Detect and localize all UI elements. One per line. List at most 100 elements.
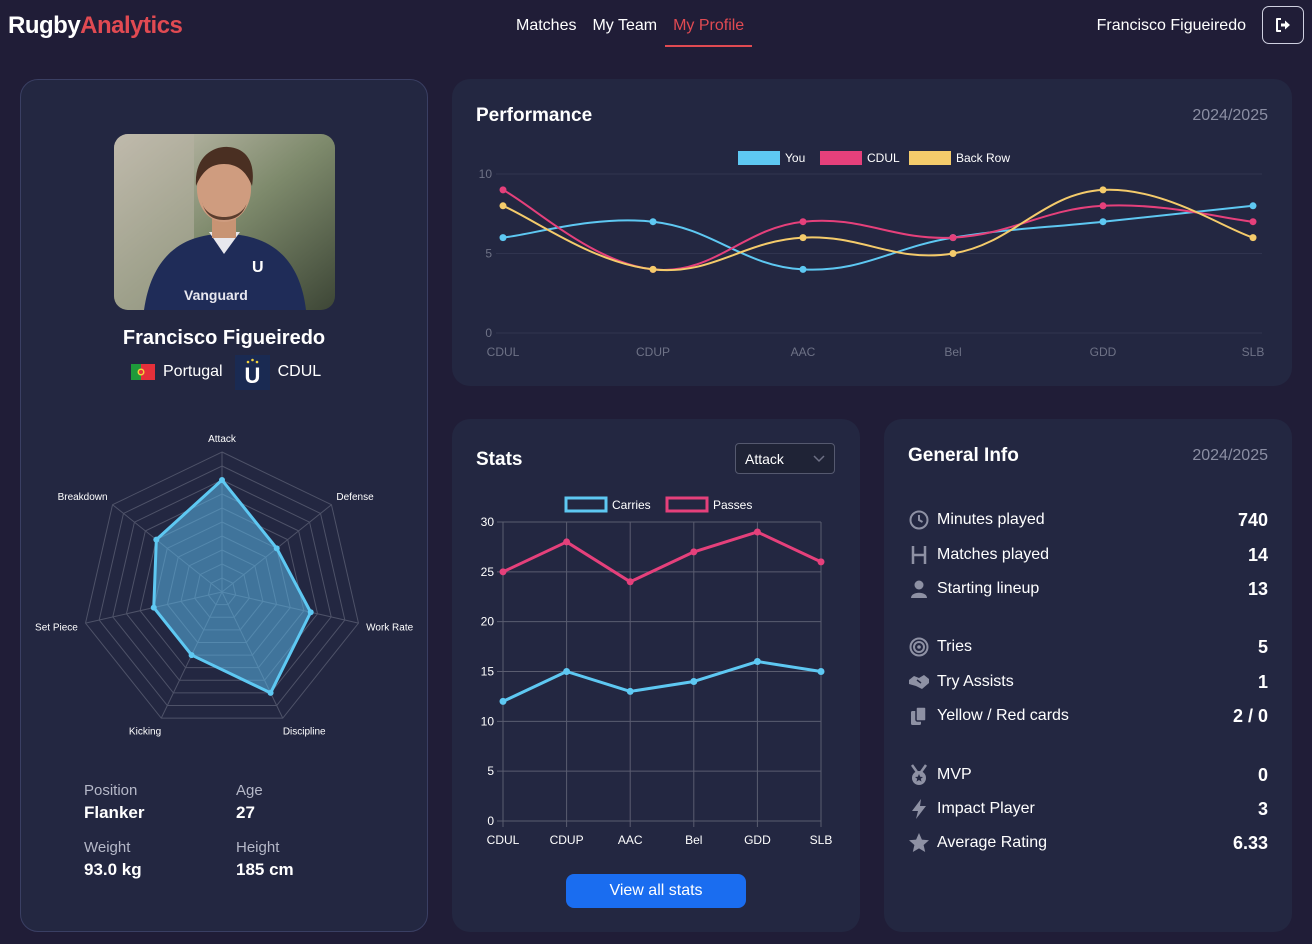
chevron-down-icon — [813, 454, 825, 462]
radar-point — [153, 536, 160, 543]
nav-my-profile[interactable]: My Profile — [665, 0, 753, 47]
player-photo: Vanguard U — [114, 134, 335, 310]
series-point — [649, 218, 657, 226]
height-block: Height 185 cm — [236, 839, 294, 880]
svg-text:Vanguard: Vanguard — [184, 287, 248, 303]
x-tick-label: CDUP — [636, 345, 670, 359]
info-row-assists: Try Assists 1 — [908, 670, 1268, 694]
legend-swatch — [738, 151, 780, 165]
height-label: Height — [236, 839, 280, 856]
series-point — [499, 202, 507, 210]
series-point — [799, 218, 807, 226]
info-label: Try Assists — [937, 673, 1014, 690]
series-point — [563, 538, 571, 546]
general-info-title: General Info — [908, 445, 1019, 466]
main-nav: Matches My Team My Profile — [508, 0, 753, 47]
x-tick-label: Bel — [685, 833, 702, 847]
series-point — [753, 528, 761, 536]
weight-label: Weight — [84, 839, 131, 856]
radar-axis-label: Breakdown — [58, 492, 108, 503]
series-point — [1099, 202, 1107, 210]
rugby-posts-icon — [908, 544, 930, 566]
performance-season: 2024/2025 — [1192, 107, 1268, 124]
info-value: 1 — [1257, 671, 1268, 692]
info-label: MVP — [937, 766, 972, 783]
stats-line-chart: 0 5 10 15 20 25 30 CDUL CDUP AAC Bel GDD SLB Carries P… — [481, 496, 832, 847]
x-tick-label: CDUP — [550, 833, 584, 847]
info-row-minutes: Minutes played 740 — [908, 508, 1268, 532]
weight-value: 93.0 kg — [84, 860, 142, 879]
series-point — [690, 677, 698, 685]
legend-swatch — [564, 496, 608, 513]
nav-matches[interactable]: Matches — [508, 0, 584, 47]
series-point — [1099, 218, 1107, 226]
y-tick-label: 5 — [485, 247, 492, 261]
x-tick-label: CDUL — [487, 833, 520, 847]
series-point — [563, 668, 571, 675]
height-value: 185 cm — [236, 860, 294, 879]
brand-logo[interactable]: RugbyAnalytics — [8, 12, 183, 40]
info-row-matches: Matches played 14 — [908, 543, 1268, 567]
nationality-label: Portugal — [163, 363, 223, 380]
x-tick-label: Bel — [944, 345, 961, 359]
radar-axis-label: Attack — [208, 434, 237, 445]
star-icon — [908, 832, 930, 854]
info-label: Tries — [937, 638, 972, 655]
y-tick-label: 10 — [479, 167, 493, 181]
brand-part-2: Analytics — [80, 12, 183, 39]
x-tick-label: SLB — [1242, 345, 1265, 359]
stats-category-select[interactable]: Attack — [735, 443, 835, 474]
nav-my-team[interactable]: My Team — [584, 0, 665, 47]
weight-block: Weight 93.0 kg — [84, 839, 142, 880]
info-label: Matches played — [937, 546, 1050, 563]
y-tick-label: 0 — [485, 326, 492, 340]
info-value: 13 — [1247, 578, 1268, 599]
skills-radar-chart: Attack Defense Work Rate Discipline Kicking S… — [35, 434, 414, 738]
general-info-season: 2024/2025 — [1192, 447, 1268, 464]
info-value: 3 — [1257, 798, 1268, 819]
stats-select-value: Attack — [745, 450, 784, 467]
radar-point — [267, 689, 274, 696]
series-point — [753, 658, 761, 666]
performance-title: Performance — [476, 105, 593, 126]
series-point — [817, 668, 825, 675]
performance-card: Performance 2024/2025 0 5 10 CDUL CDUP AAC Bel… — [452, 79, 1292, 386]
top-bar: RugbyAnalytics Matches My Team My Profil… — [0, 0, 1312, 52]
legend-swatch — [820, 151, 862, 165]
player-name: Francisco Figueiredo — [122, 327, 326, 349]
series-point — [649, 265, 657, 273]
profile-card: Vanguard U Francisco Figueiredo Portugal… — [20, 79, 428, 932]
x-tick-label: GDD — [744, 833, 771, 847]
view-all-stats-button[interactable]: View all stats — [566, 874, 746, 908]
info-value: 14 — [1247, 544, 1268, 565]
svg-text:U: U — [244, 363, 260, 388]
person-icon — [908, 578, 930, 600]
series-point — [499, 186, 507, 194]
bolt-icon — [908, 798, 930, 820]
x-tick-label: CDUL — [487, 345, 520, 359]
handshake-icon — [908, 671, 930, 693]
series-point — [1249, 202, 1257, 210]
series-line — [502, 530, 822, 584]
x-tick-label: GDD — [1090, 345, 1117, 359]
target-icon — [908, 636, 930, 658]
legend-swatch — [665, 496, 709, 513]
performance-line-chart: 0 5 10 CDUL CDUP AAC Bel GDD SLB You CDUL Back Row — [479, 151, 1265, 359]
legend-label: Carries — [612, 498, 651, 512]
info-value: 740 — [1237, 509, 1268, 530]
clock-icon — [908, 509, 930, 531]
legend-label: Back Row — [956, 151, 1010, 165]
logout-button[interactable] — [1262, 6, 1304, 44]
radar-axis-label: Work Rate — [366, 622, 413, 633]
info-label: Minutes played — [937, 511, 1045, 528]
y-tick-label: 5 — [487, 764, 494, 778]
legend-label: Passes — [713, 498, 752, 512]
info-label: Impact Player — [937, 800, 1035, 817]
legend-swatch — [909, 151, 951, 165]
cards-icon — [908, 705, 930, 727]
info-label: Yellow / Red cards — [937, 707, 1069, 724]
series-point — [1249, 234, 1257, 242]
info-value: 6.33 — [1232, 832, 1268, 853]
series-point — [499, 234, 507, 242]
brand-part-1: Rugby — [8, 12, 81, 39]
